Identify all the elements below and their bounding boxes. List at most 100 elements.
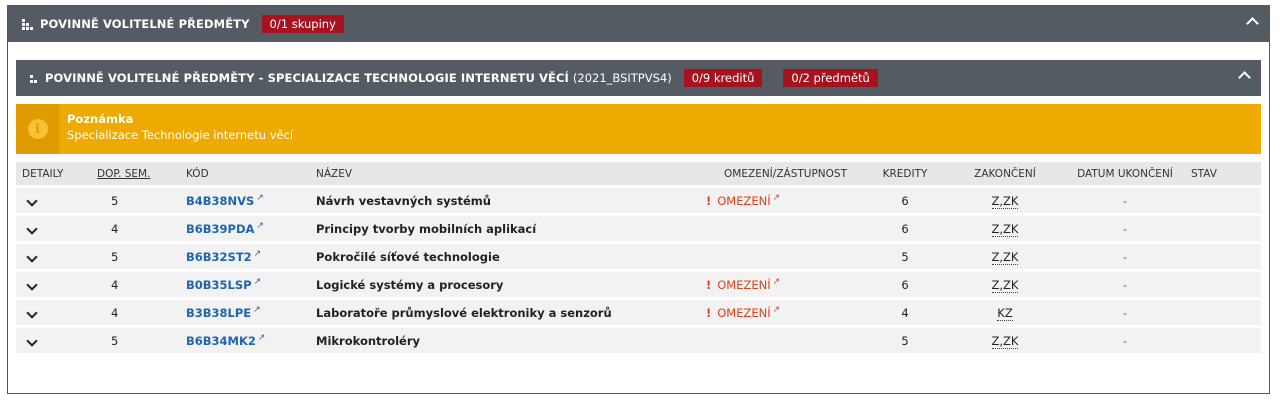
date-cell: - [1065,185,1185,213]
semester-cell: 4 [91,297,180,325]
details-cell[interactable] [16,269,91,297]
table-row: 4 B3B38LPE ↗ Laboratoře průmyslové elektr… [16,297,1261,325]
completion-type[interactable]: Z,ZK [991,333,1019,349]
external-link-icon[interactable]: ↗ [773,305,781,315]
semester-cell: 5 [91,325,180,353]
table-row: 5 B6B34MK2 ↗ Mikrokontroléry 5 Z,ZK - [16,325,1261,353]
col-details: DETAILY [16,162,91,185]
course-code-link[interactable]: B6B32ST2 [186,250,252,264]
credits-cell: 5 [865,241,945,269]
external-link-icon[interactable]: ↗ [256,193,264,203]
completion-type[interactable]: Z,ZK [991,249,1019,265]
chevron-down-icon[interactable] [26,194,38,207]
chevron-down-icon[interactable] [26,250,38,263]
course-name: Návrh vestavných systémů [310,185,700,213]
external-link-icon[interactable]: ↗ [253,305,261,315]
completion-type[interactable]: Z,ZK [991,221,1019,237]
restriction-link[interactable]: ! OMEZENÍ ↗ [706,193,781,208]
date-cell: - [1065,269,1185,297]
warning-icon: ! [706,277,712,292]
course-code-link[interactable]: B0B35LSP [186,278,252,292]
date-cell: - [1065,297,1185,325]
credits-cell: 5 [865,325,945,353]
code-cell[interactable]: B4B38NVS ↗ [180,185,310,213]
status-cell [1185,297,1261,325]
details-cell[interactable] [16,325,91,353]
details-cell[interactable] [16,241,91,269]
external-link-icon[interactable]: ↗ [254,277,262,287]
col-code: KÓD [180,162,310,185]
date-cell: - [1065,325,1185,353]
external-link-icon[interactable]: ↗ [773,193,781,203]
code-cell[interactable]: B6B39PDA ↗ [180,213,310,241]
table-row: 4 B0B35LSP ↗ Logické systémy a procesory … [16,269,1261,297]
completion-type[interactable]: KZ [997,305,1013,321]
completion-type[interactable]: Z,ZK [991,277,1019,293]
details-cell[interactable] [16,297,91,325]
code-cell[interactable]: B6B34MK2 ↗ [180,325,310,353]
course-name: Laboratoře průmyslové elektroniky a senz… [310,297,700,325]
code-cell[interactable]: B3B38LPE ↗ [180,297,310,325]
group-icon [30,73,38,84]
course-code-link[interactable]: B3B38LPE [186,306,251,320]
date-cell: - [1065,213,1185,241]
specialization-panel: POVINNĚ VOLITELNÉ PŘEDMĚTY - SPECIALIZAC… [16,60,1261,353]
external-link-icon[interactable]: ↗ [256,221,264,231]
note-text: Specializace Technologie internetu věcí [67,128,294,142]
code-cell[interactable]: B0B35LSP ↗ [180,269,310,297]
credits-cell: 6 [865,213,945,241]
warning-icon: ! [706,193,712,208]
col-completion: ZAKONČENÍ [945,162,1065,185]
chevron-down-icon[interactable] [26,306,38,319]
restriction-label: OMEZENÍ [717,305,771,320]
status-cell [1185,269,1261,297]
date-cell: - [1065,241,1185,269]
completion-cell: Z,ZK [945,185,1065,213]
completion-cell: Z,ZK [945,269,1065,297]
course-name: Principy tvorby mobilních aplikací [310,213,700,241]
chevron-down-icon[interactable] [26,278,38,291]
col-restriction: OMEZENÍ/ZÁSTUPNOST [700,162,865,185]
course-name: Logické systémy a procesory [310,269,700,297]
completion-cell: Z,ZK [945,213,1065,241]
chevron-up-icon[interactable] [1238,71,1251,84]
restriction-cell [700,241,865,269]
status-cell [1185,213,1261,241]
restriction-link[interactable]: ! OMEZENÍ ↗ [706,305,781,320]
external-link-icon[interactable]: ↗ [254,249,262,259]
status-cell [1185,325,1261,353]
credits-cell: 6 [865,185,945,213]
col-credits: KREDITY [865,162,945,185]
group-title: POVINNĚ VOLITELNÉ PŘEDMĚTY [40,17,250,31]
external-link-icon[interactable]: ↗ [258,333,266,343]
subjects-badge: 0/2 předmětů [783,69,878,87]
specialization-title: POVINNĚ VOLITELNÉ PŘEDMĚTY - SPECIALIZAC… [45,71,569,85]
restriction-label: OMEZENÍ [717,193,771,208]
table-row: 5 B4B38NVS ↗ Návrh vestavných systémů ! OM… [16,185,1261,213]
course-code-link[interactable]: B4B38NVS [186,194,254,208]
group-header[interactable]: POVINNĚ VOLITELNÉ PŘEDMĚTY 0/1 skupiny [8,6,1269,42]
chevron-down-icon[interactable] [26,334,38,347]
col-status: STAV [1185,162,1261,185]
groups-badge: 0/1 skupiny [261,15,344,33]
note-icon-area: i [16,104,59,154]
external-link-icon[interactable]: ↗ [773,277,781,287]
col-semester[interactable]: DOP. SEM. [91,162,180,185]
restriction-link[interactable]: ! OMEZENÍ ↗ [706,277,781,292]
details-cell[interactable] [16,213,91,241]
course-code-link[interactable]: B6B34MK2 [186,334,256,348]
semester-cell: 5 [91,241,180,269]
restriction-cell: ! OMEZENÍ ↗ [700,185,865,213]
specialization-header[interactable]: POVINNĚ VOLITELNÉ PŘEDMĚTY - SPECIALIZAC… [16,60,1261,96]
completion-type[interactable]: Z,ZK [991,193,1019,209]
semester-cell: 5 [91,185,180,213]
details-cell[interactable] [16,185,91,213]
semester-cell: 4 [91,213,180,241]
course-code-link[interactable]: B6B39PDA [186,222,254,236]
chevron-down-icon[interactable] [26,222,38,235]
table-row: 5 B6B32ST2 ↗ Pokročilé síťové technologie… [16,241,1261,269]
code-cell[interactable]: B6B32ST2 ↗ [180,241,310,269]
course-name: Pokročilé síťové technologie [310,241,700,269]
chevron-up-icon[interactable] [1246,17,1259,30]
restriction-label: OMEZENÍ [717,277,771,292]
